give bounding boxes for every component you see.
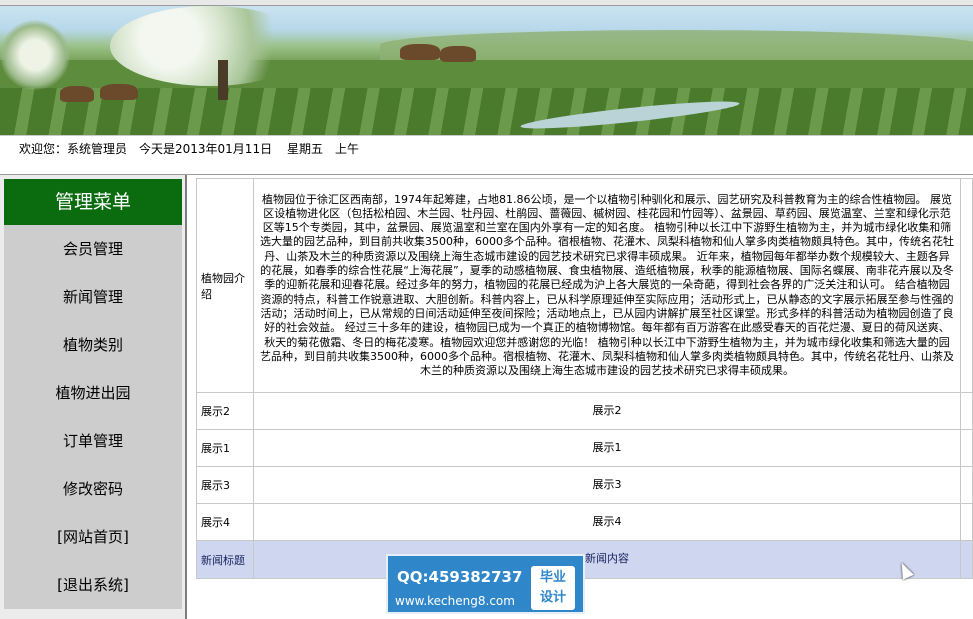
news-table-container: 植物园介绍 植物园位于徐汇区西南部，1974年起筹建，占地81.86公顷，是一个… <box>196 178 973 579</box>
horse-icon <box>400 44 440 60</box>
news-title-cell: 展示1 <box>196 429 254 467</box>
watermark-badge: 毕业 设计 <box>531 566 575 610</box>
news-table: 植物园介绍 植物园位于徐汇区西南部，1974年起筹建，占地81.86公顷，是一个… <box>196 178 973 579</box>
current-date: 今天是2013年01月11日 <box>139 142 273 156</box>
table-row: 植物园介绍 植物园位于徐汇区西南部，1974年起筹建，占地81.86公顷，是一个… <box>196 178 973 393</box>
news-title-cell: 植物园介绍 <box>196 178 254 393</box>
menu-item-member-management[interactable]: 会员管理 <box>4 225 182 273</box>
table-row: 展示1 展示1 <box>196 429 973 467</box>
menu-item-order-management[interactable]: 订单管理 <box>4 417 182 465</box>
menu-item-logout[interactable]: [退出系统] <box>4 561 182 609</box>
day-period: 上午 <box>335 142 360 156</box>
weekday: 星期五 <box>287 142 324 156</box>
menu-item-site-home[interactable]: [网站首页] <box>4 513 182 561</box>
menu-item-change-password[interactable]: 修改密码 <box>4 465 182 513</box>
tree-icon <box>110 6 310 86</box>
table-row: 展示2 展示2 <box>196 392 973 430</box>
news-content-cell: 植物园位于徐汇区西南部，1974年起筹建，占地81.86公顷，是一个以植物引种驯… <box>253 178 961 393</box>
welcome-user: 欢迎您：系统管理员 <box>19 142 128 156</box>
news-content-cell: 展示2 <box>253 392 961 430</box>
watermark-qq: QQ:459382737 <box>397 568 523 586</box>
watermark-banner: QQ:459382737 www.kecheng8.com 毕业 设计 <box>386 554 585 614</box>
watermark-site: www.kecheng8.com <box>395 594 515 608</box>
welcome-bar: 欢迎您：系统管理员 今天是2013年01月11日 星期五 上午 <box>0 135 973 175</box>
column-header-content: 新闻内容 <box>253 540 961 579</box>
horse-icon <box>100 84 138 100</box>
column-header-title: 新闻标题 <box>196 540 254 579</box>
top-frame-strip <box>0 0 973 6</box>
news-content-cell: 展示4 <box>253 503 961 541</box>
menu-item-news-management[interactable]: 新闻管理 <box>4 273 182 321</box>
horse-icon <box>60 86 94 102</box>
menu-item-plant-in-out[interactable]: 植物进出园 <box>4 369 182 417</box>
news-content-cell: 展示3 <box>253 466 961 504</box>
admin-page: 欢迎您：系统管理员 今天是2013年01月11日 星期五 上午 管理菜单 会员管… <box>0 0 973 619</box>
news-title-cell: 展示2 <box>196 392 254 430</box>
horse-icon <box>440 46 476 62</box>
news-content-cell: 展示1 <box>253 429 961 467</box>
sidebar-menu: 管理菜单 会员管理 新闻管理 植物类别 植物进出园 订单管理 修改密码 [网站首… <box>0 175 187 619</box>
news-title-cell: 展示3 <box>196 466 254 504</box>
header-banner-image <box>0 0 973 135</box>
table-row: 展示3 展示3 <box>196 466 973 504</box>
menu-title: 管理菜单 <box>4 179 182 225</box>
menu-item-plant-category[interactable]: 植物类别 <box>4 321 182 369</box>
news-title-cell: 展示4 <box>196 503 254 541</box>
table-row: 展示4 展示4 <box>196 503 973 541</box>
